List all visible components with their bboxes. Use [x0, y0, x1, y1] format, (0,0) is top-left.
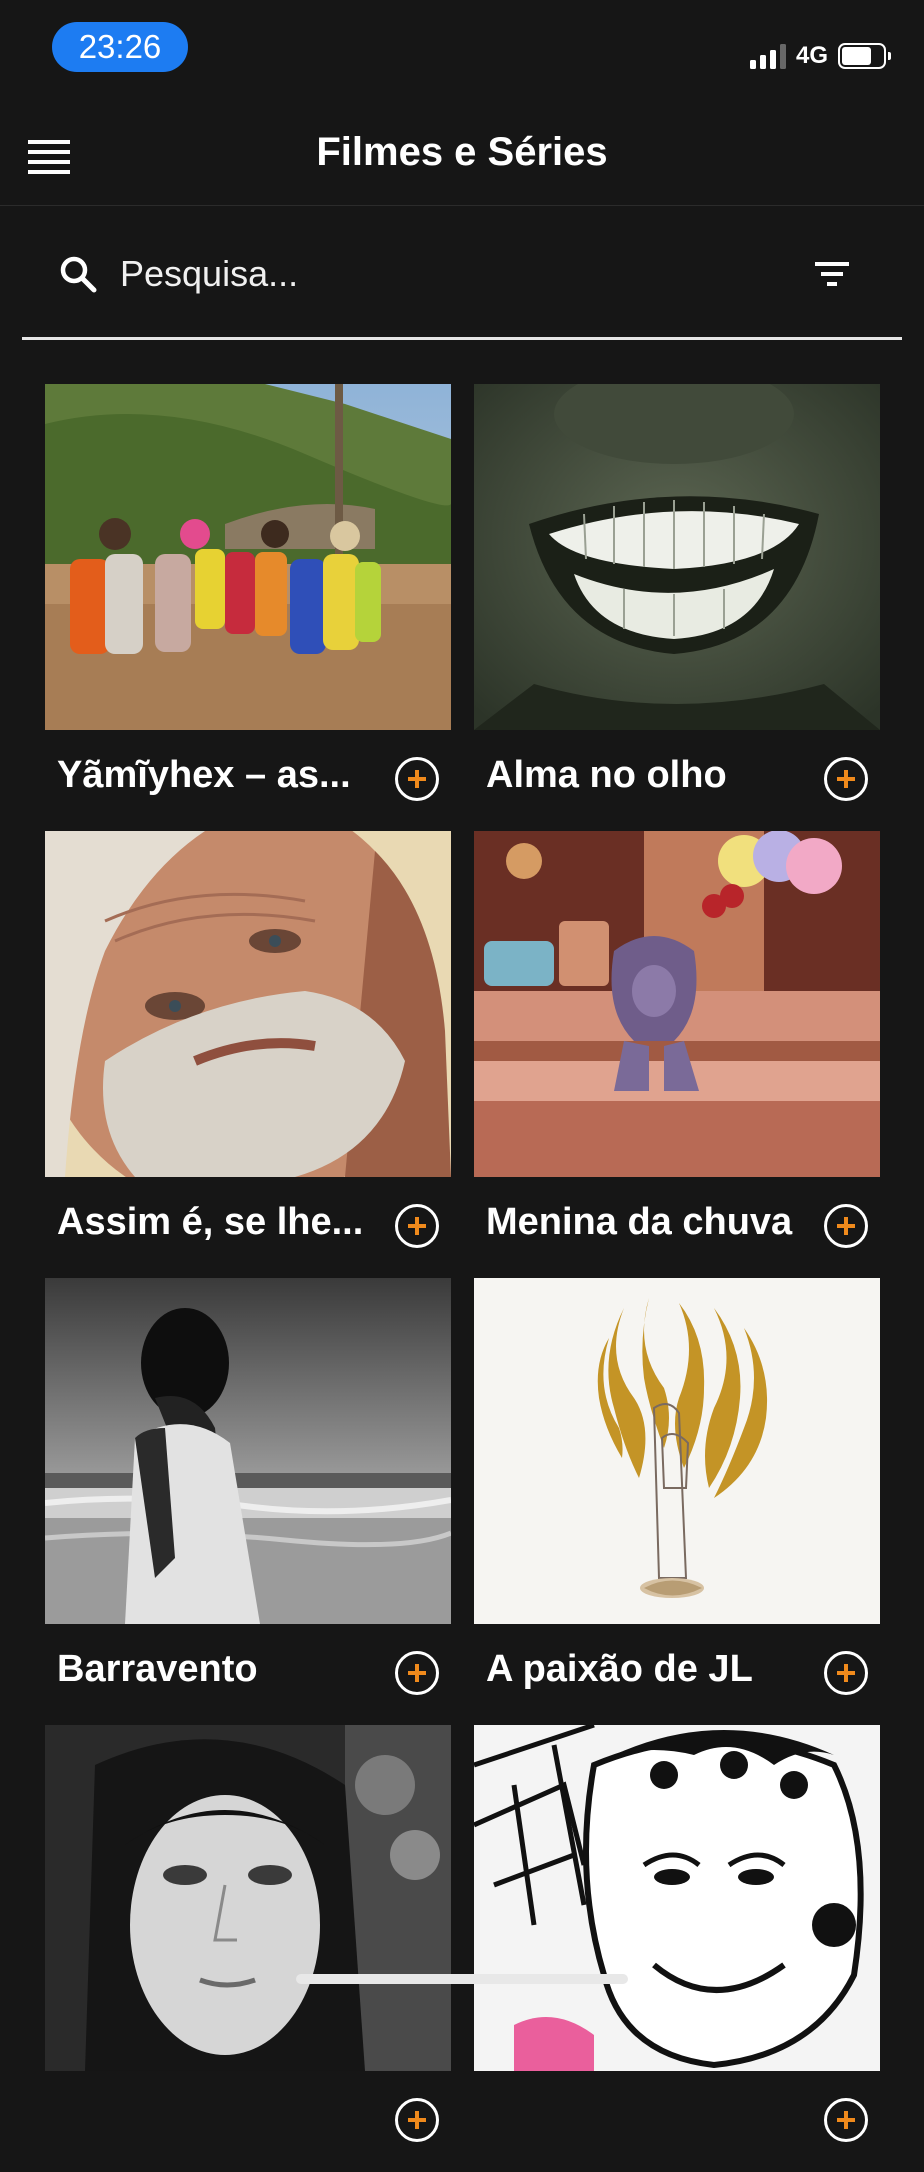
add-to-list-button[interactable]	[395, 1651, 439, 1695]
add-to-list-button[interactable]	[824, 1651, 868, 1695]
animated-girl-candy-shop-image	[474, 831, 880, 1177]
add-to-list-button[interactable]	[824, 1204, 868, 1248]
movie-card[interactable]: Menina da chuva	[474, 831, 880, 1278]
search-input[interactable]	[120, 248, 680, 300]
card-footer: Assim é, se lhe...	[45, 1177, 451, 1278]
search-bar	[22, 212, 902, 340]
movie-title[interactable]: Barravento	[57, 1648, 377, 1691]
battery-icon	[838, 43, 891, 69]
add-to-list-button[interactable]	[395, 757, 439, 801]
add-to-list-button[interactable]	[824, 2098, 868, 2142]
card-footer: Yãmĩyhex – as...	[45, 730, 451, 831]
movie-thumbnail[interactable]	[474, 1278, 880, 1624]
card-footer	[474, 2071, 880, 2172]
movie-card[interactable]: Yãmĩyhex – as...	[45, 384, 451, 831]
status-bar: 23:26 4G	[0, 0, 924, 100]
card-footer	[45, 2071, 451, 2172]
movie-card[interactable]	[474, 1725, 880, 2172]
movie-title[interactable]: Yãmĩyhex – as...	[57, 754, 377, 797]
movie-title[interactable]: Menina da chuva	[486, 1201, 806, 1244]
movie-thumbnail[interactable]	[45, 1725, 451, 2071]
network-type: 4G	[795, 42, 828, 69]
movie-thumbnail[interactable]	[45, 1278, 451, 1624]
add-to-list-button[interactable]	[395, 1204, 439, 1248]
bearded-old-man-image	[45, 831, 451, 1177]
movie-card[interactable]: A paixão de JL	[474, 1278, 880, 1725]
cellular-signal-icon	[749, 43, 786, 69]
movie-card[interactable]: Alma no olho	[474, 384, 880, 831]
status-indicators: 4G	[749, 38, 891, 74]
app-header: Filmes e Séries	[0, 100, 924, 206]
movie-title[interactable]: A paixão de JL	[486, 1648, 806, 1691]
home-indicator[interactable]	[296, 1974, 628, 1984]
woman-at-beach-bw-image	[45, 1278, 451, 1624]
movie-title[interactable]: Alma no olho	[486, 754, 806, 797]
movie-title[interactable]: Assim é, se lhe...	[57, 1201, 377, 1244]
movie-thumbnail[interactable]	[474, 384, 880, 730]
search-icon[interactable]	[58, 254, 98, 294]
woman-portrait-bw-image	[45, 1725, 451, 2071]
movie-thumbnail[interactable]	[45, 384, 451, 730]
add-to-list-button[interactable]	[395, 2098, 439, 2142]
card-footer: A paixão de JL	[474, 1624, 880, 1725]
battery-level	[842, 47, 871, 65]
add-to-list-button[interactable]	[824, 757, 868, 801]
movie-card[interactable]: Assim é, se lhe...	[45, 831, 451, 1278]
card-footer: Menina da chuva	[474, 1177, 880, 1278]
movie-thumbnail[interactable]	[474, 831, 880, 1177]
cartoon-woman-drawing-image	[474, 1725, 880, 2071]
card-footer: Alma no olho	[474, 730, 880, 831]
movie-thumbnail[interactable]	[474, 1725, 880, 2071]
movie-card[interactable]	[45, 1725, 451, 2172]
filter-icon[interactable]	[812, 258, 852, 290]
smiling-mouth-image	[474, 384, 880, 730]
card-footer: Barravento	[45, 1624, 451, 1725]
movie-card[interactable]: Barravento	[45, 1278, 451, 1725]
status-time[interactable]: 23:26	[52, 22, 188, 72]
movie-thumbnail[interactable]	[45, 831, 451, 1177]
movie-grid: Yãmĩyhex – as... Alma no olho Assim é, s…	[45, 384, 880, 2172]
golden-flames-figure-drawing-image	[474, 1278, 880, 1624]
page-title: Filmes e Séries	[316, 130, 608, 174]
dancers-circle-image	[45, 384, 451, 730]
